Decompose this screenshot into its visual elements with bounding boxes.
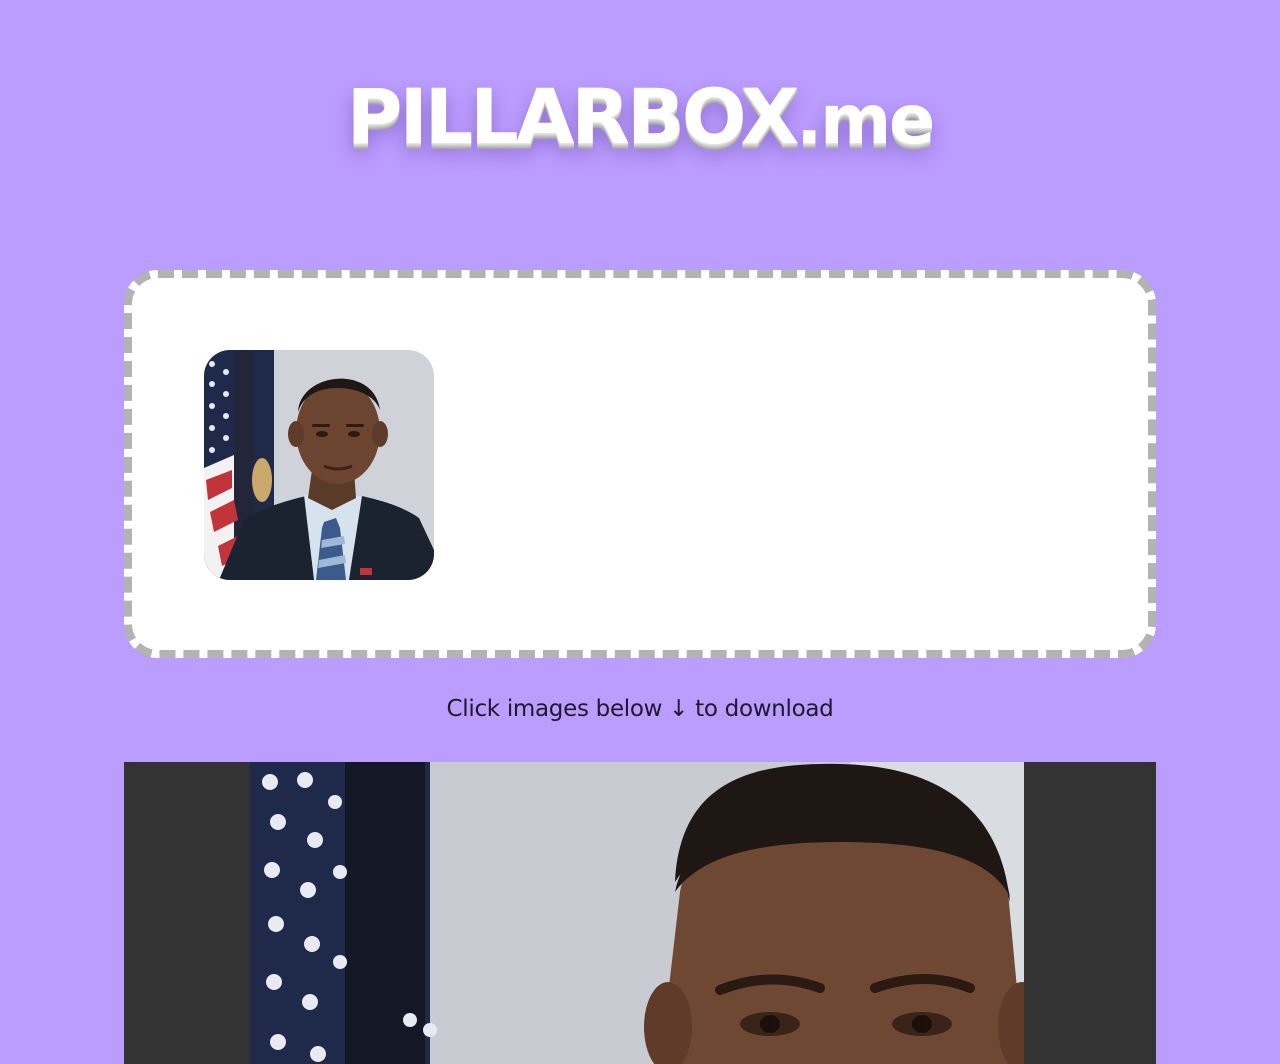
- pillarboxed-result-image[interactable]: [124, 762, 1156, 1064]
- page: PILLARBOX.me Click images below ↓ to dow…: [0, 0, 1280, 1064]
- logo-main: PILLARBOX: [346, 72, 800, 161]
- logo-tld: .me: [796, 81, 935, 160]
- site-logo[interactable]: PILLARBOX.me: [0, 72, 1280, 161]
- download-hint: Click images below ↓ to download: [446, 696, 834, 722]
- portrait-thumbnail-image: [204, 350, 434, 580]
- portrait-enlarged-image: [250, 762, 1024, 1064]
- result-photo: [250, 762, 1024, 1064]
- image-dropzone[interactable]: [124, 270, 1156, 658]
- uploaded-image-thumbnail[interactable]: [204, 350, 434, 580]
